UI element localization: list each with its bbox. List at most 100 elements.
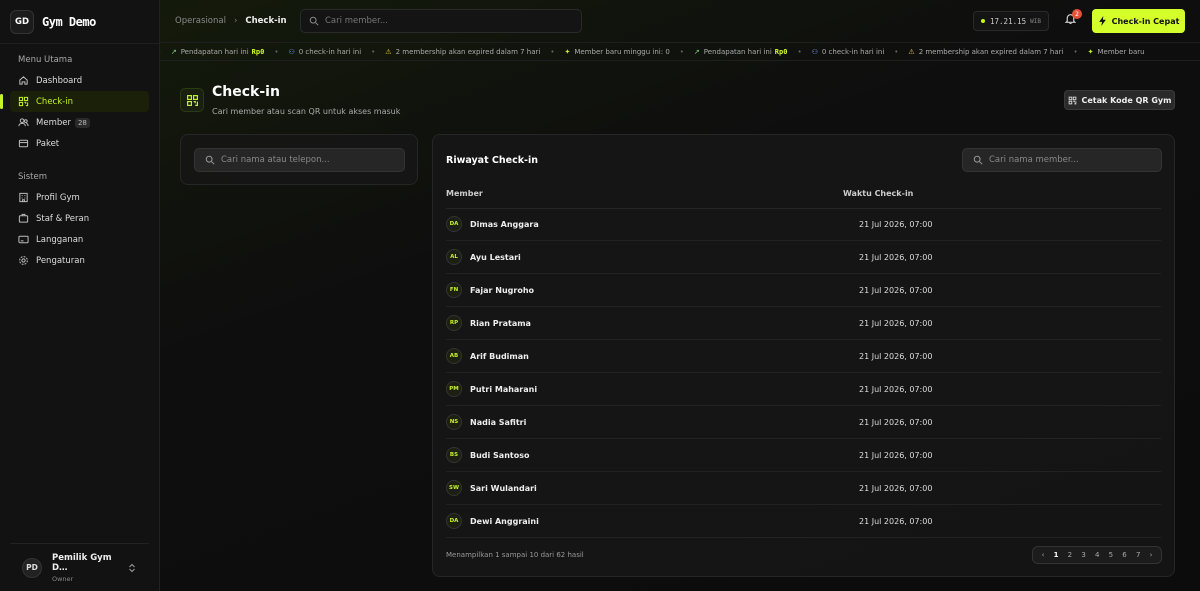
page-button-3[interactable]: 3 bbox=[1081, 551, 1085, 559]
ticker-item: ⚠ 2 membership akan expired dalam 7 hari bbox=[908, 47, 1064, 56]
ticker-item: ✦ Member baru bbox=[1087, 47, 1145, 56]
table-row[interactable]: PM Putri Maharani 21 Jul 2026, 07:00 bbox=[446, 373, 1161, 406]
checkin-time: 21 Jul 2026, 07:00 bbox=[859, 285, 933, 295]
clock-timezone: WIB bbox=[1030, 17, 1041, 25]
sidebar-item-label: Pengaturan bbox=[36, 255, 85, 266]
table-row[interactable]: AL Ayu Lestari 21 Jul 2026, 07:00 bbox=[446, 241, 1161, 274]
member-name: Putri Maharani bbox=[470, 384, 538, 394]
page-subtitle: Cari member atau scan QR untuk akses mas… bbox=[212, 107, 401, 116]
print-qr-button[interactable]: Cetak Kode QR Gym bbox=[1064, 90, 1175, 110]
history-title: Riwayat Check-in bbox=[446, 155, 539, 166]
chevron-right-icon: › bbox=[233, 16, 238, 26]
table-row[interactable]: DA Dimas Anggara 21 Jul 2026, 07:00 bbox=[446, 208, 1161, 241]
avatar: PD bbox=[22, 557, 42, 578]
search-icon bbox=[309, 16, 319, 26]
checkin-time: 21 Jul 2026, 07:00 bbox=[859, 483, 933, 493]
app-name: Gym Demo bbox=[42, 14, 96, 29]
ticker-separator: • bbox=[1073, 47, 1078, 56]
ticker-arrow-icon: › bbox=[160, 48, 161, 56]
breadcrumb-current: Check-in bbox=[245, 16, 287, 26]
qr-icon bbox=[18, 96, 29, 107]
member-avatar: BS bbox=[446, 447, 462, 463]
arrow-up-icon: ↗ bbox=[170, 47, 177, 56]
table-row[interactable]: SW Sari Wulandari 21 Jul 2026, 07:00 bbox=[446, 472, 1161, 505]
card-icon bbox=[18, 234, 29, 245]
table-row[interactable]: RP Rian Pratama 21 Jul 2026, 07:00 bbox=[446, 307, 1161, 340]
checkin-time: 21 Jul 2026, 07:00 bbox=[859, 450, 933, 460]
page-button-2[interactable]: 2 bbox=[1068, 551, 1072, 559]
page-button-4[interactable]: 4 bbox=[1095, 551, 1099, 559]
ticker-separator: • bbox=[550, 47, 555, 56]
user-menu[interactable]: PD Pemilik Gym D… Owner bbox=[10, 543, 149, 583]
sidebar-item-label: Member bbox=[36, 117, 71, 128]
sidebar-item-label: Dashboard bbox=[36, 75, 83, 86]
sidebar-item-dashboard[interactable]: Dashboard bbox=[10, 70, 149, 91]
quick-checkin-button[interactable]: Check-in Cepat bbox=[1092, 9, 1185, 33]
quick-checkin-label: Check-in Cepat bbox=[1111, 16, 1180, 26]
member-search-input[interactable]: Cari nama atau telepon... bbox=[194, 148, 405, 172]
brand[interactable]: GD Gym Demo bbox=[0, 0, 159, 44]
ticker-separator: • bbox=[679, 47, 684, 56]
member-avatar: DA bbox=[446, 216, 462, 232]
sidebar-item-label: Langganan bbox=[36, 234, 84, 245]
column-header-member[interactable]: Member bbox=[446, 189, 483, 198]
table-row[interactable]: NS Nadia Safitri 21 Jul 2026, 07:00 bbox=[446, 406, 1161, 439]
ticker-item: ✦ Member baru minggu ini: 0 bbox=[564, 47, 670, 56]
member-search-placeholder: Cari nama atau telepon... bbox=[221, 155, 330, 165]
warning-icon: ⚠ bbox=[908, 47, 915, 56]
topbar: Operasional › Check-in Cari member... 17… bbox=[160, 0, 1200, 43]
table-row[interactable]: BS Budi Santoso 21 Jul 2026, 07:00 bbox=[446, 439, 1161, 472]
print-qr-label: Cetak Kode QR Gym bbox=[1081, 95, 1172, 105]
chevron-updown-icon bbox=[128, 563, 136, 573]
table-row[interactable]: DA Dewi Anggraini 21 Jul 2026, 07:00 bbox=[446, 505, 1161, 538]
table-row[interactable]: AB Arif Budiman 21 Jul 2026, 07:00 bbox=[446, 340, 1161, 373]
qr-icon bbox=[1068, 96, 1077, 105]
chevron-left-icon[interactable]: ‹ bbox=[1042, 551, 1045, 559]
page-button-7[interactable]: 7 bbox=[1136, 551, 1140, 559]
column-header-time[interactable]: Waktu Check-in bbox=[843, 189, 913, 198]
sidebar-item-profil-gym[interactable]: Profil Gym bbox=[10, 187, 149, 208]
lightning-icon bbox=[1098, 16, 1107, 26]
breadcrumb-operasional[interactable]: Operasional bbox=[175, 16, 226, 26]
checkin-history-card: Riwayat Check-in Cari nama member... Mem… bbox=[432, 134, 1175, 577]
stats-ticker: › ↗Pendapatan hari iniRp0 • ⚇0 check-in … bbox=[160, 43, 1200, 61]
member-name: Dimas Anggara bbox=[470, 219, 539, 229]
page-button-6[interactable]: 6 bbox=[1122, 551, 1126, 559]
sidebar-item-label: Check-in bbox=[36, 96, 73, 107]
sidebar-item-pengaturan[interactable]: Pengaturan bbox=[10, 250, 149, 271]
pagination: ‹ 1 2 3 4 5 6 7 › bbox=[1032, 546, 1162, 564]
users-icon bbox=[18, 117, 29, 128]
pagination-summary: Menampilkan 1 sampai 10 dari 62 hasil bbox=[446, 551, 584, 559]
member-name: Ayu Lestari bbox=[470, 252, 521, 262]
search-icon bbox=[973, 155, 983, 165]
sidebar: GD Gym Demo Menu Utama Dashboard Check-i… bbox=[0, 0, 160, 591]
page-button-5[interactable]: 5 bbox=[1109, 551, 1113, 559]
live-dot bbox=[981, 19, 986, 23]
sidebar-item-staf[interactable]: Staf & Peran bbox=[10, 208, 149, 229]
checkin-time: 21 Jul 2026, 07:00 bbox=[859, 351, 933, 361]
menu-section-title: Menu Utama bbox=[18, 55, 73, 65]
member-avatar: RP bbox=[446, 315, 462, 331]
member-name: Rian Pratama bbox=[470, 318, 531, 328]
chevron-right-icon[interactable]: › bbox=[1150, 551, 1153, 559]
clock-time: 17.21.15 bbox=[990, 16, 1027, 26]
sidebar-item-langganan[interactable]: Langganan bbox=[10, 229, 149, 250]
gear-icon bbox=[18, 255, 29, 266]
checkin-time: 21 Jul 2026, 07:00 bbox=[859, 318, 933, 328]
member-count-badge: 28 bbox=[74, 117, 90, 128]
global-search-input[interactable]: Cari member... bbox=[300, 9, 582, 33]
page-button-1[interactable]: 1 bbox=[1054, 551, 1059, 559]
checkin-time: 21 Jul 2026, 07:00 bbox=[859, 417, 933, 427]
sidebar-item-checkin[interactable]: Check-in bbox=[0, 91, 149, 112]
member-avatar: PM bbox=[446, 381, 462, 397]
member-name: Arif Budiman bbox=[470, 351, 529, 361]
sidebar-item-paket[interactable]: Paket bbox=[10, 133, 149, 154]
member-avatar: DA bbox=[446, 513, 462, 529]
main-content: Operasional › Check-in Cari member... 17… bbox=[160, 0, 1200, 591]
ticker-item: ↗ Pendapatan hari ini Rp0 bbox=[170, 47, 265, 56]
staff-icon bbox=[18, 213, 29, 224]
table-row[interactable]: FN Fajar Nugroho 21 Jul 2026, 07:00 bbox=[446, 274, 1161, 307]
history-search-input[interactable]: Cari nama member... bbox=[962, 148, 1162, 172]
sidebar-item-member[interactable]: Member 28 bbox=[10, 112, 149, 133]
ticker-separator: • bbox=[797, 47, 802, 56]
